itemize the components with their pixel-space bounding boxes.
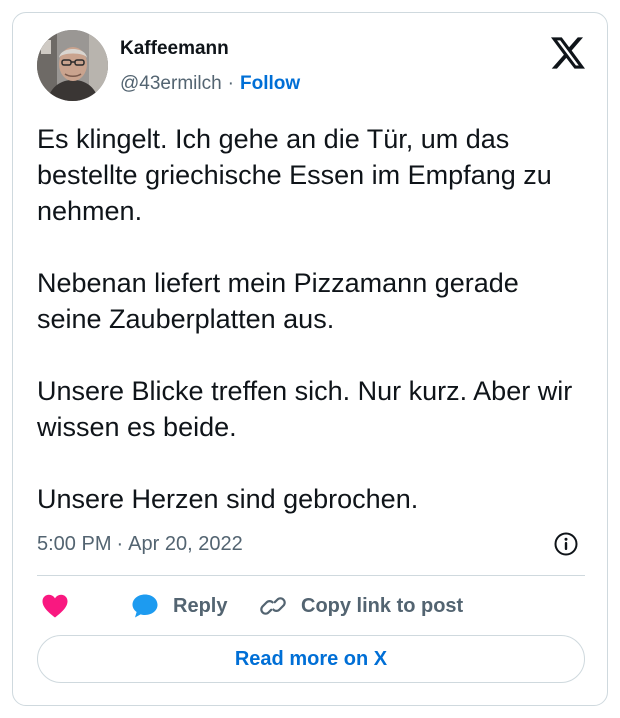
tweet-paragraph: Nebenan liefert mein Pizzamann gerade se… (37, 268, 519, 334)
copy-link-label: Copy link to post (301, 594, 464, 617)
handle-separator: · (227, 73, 234, 94)
read-more-button[interactable]: Read more on X (37, 635, 585, 683)
info-icon[interactable] (553, 531, 579, 557)
tweet-paragraph: Es klingelt. Ich gehe an die Tür, um das… (37, 124, 552, 226)
avatar[interactable] (37, 30, 108, 101)
author-handle[interactable]: @43ermilch (120, 73, 222, 94)
like-button[interactable] (41, 588, 69, 624)
tweet-card: Kaffeemann @43ermilch · Follow Es klingelt… (12, 12, 608, 706)
follow-button[interactable]: Follow (240, 73, 300, 94)
copy-link-button[interactable]: Copy link to post (259, 588, 463, 624)
speech-bubble-icon (132, 594, 158, 618)
tweet-date: Apr 20, 2022 (128, 533, 243, 555)
avatar-photo (37, 30, 108, 101)
divider (37, 575, 585, 576)
tweet-paragraph: Unsere Blicke treffen sich. Nur kurz. Ab… (37, 376, 573, 442)
meta-separator: · (116, 533, 124, 555)
tweet-paragraph: Unsere Herzen sind gebrochen. (37, 484, 419, 514)
action-bar: Reply Copy link to post (37, 588, 585, 624)
x-logo-icon[interactable] (551, 37, 585, 69)
reply-label: Reply (173, 594, 228, 617)
author-display-name[interactable]: Kaffeemann (120, 37, 229, 61)
heart-icon (42, 594, 68, 618)
link-icon (260, 597, 286, 615)
reply-button[interactable]: Reply (131, 588, 227, 624)
author-subline: @43ermilch · Follow (120, 72, 300, 96)
tweet-text: Es klingelt. Ich gehe an die Tür, um das… (37, 121, 587, 517)
tweet-timestamp[interactable]: 5:00 PM · Apr 20, 2022 (37, 532, 243, 556)
tweet-time: 5:00 PM (37, 533, 112, 555)
